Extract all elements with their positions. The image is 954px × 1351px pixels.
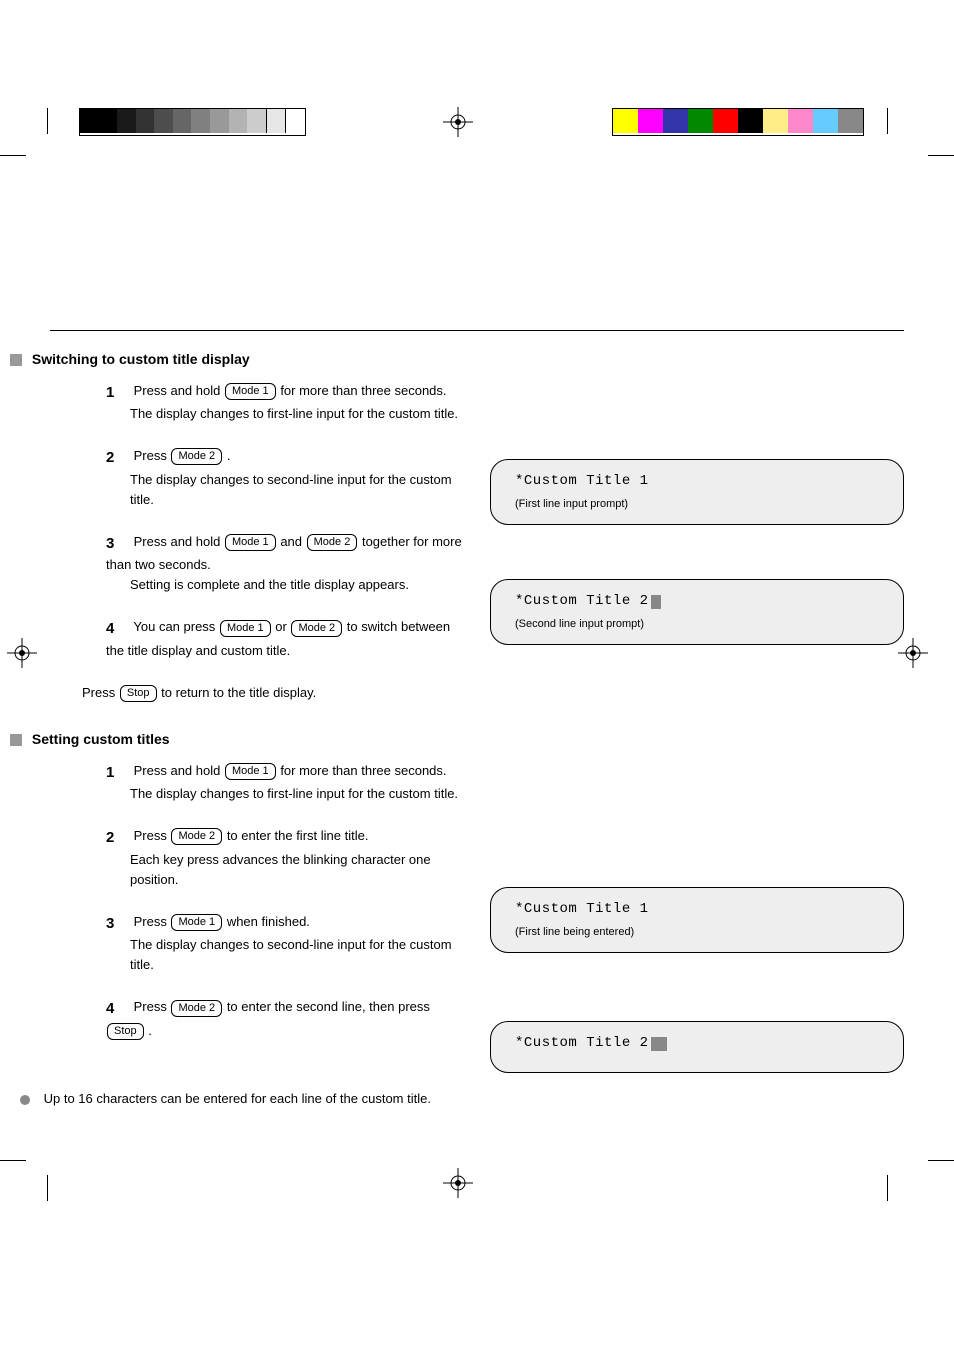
text: The display changes to first-line input … bbox=[106, 784, 470, 804]
color-calibration-bar bbox=[612, 108, 864, 136]
crop-mark bbox=[887, 108, 888, 134]
text: Press bbox=[134, 828, 167, 843]
footnote: Up to 16 characters can be entered for e… bbox=[20, 1089, 904, 1110]
text: Press and hold bbox=[134, 763, 221, 778]
section1-heading: Switching to custom title display bbox=[10, 351, 904, 367]
page: Switching to custom title display 1 Pres… bbox=[0, 0, 954, 1351]
square-bullet-icon bbox=[10, 354, 22, 366]
lcd-text: *Custom Title 2 bbox=[515, 1032, 879, 1054]
register-mark-left bbox=[7, 638, 37, 668]
text: . bbox=[148, 1023, 152, 1038]
crop-mark bbox=[0, 155, 26, 156]
text: Press bbox=[134, 999, 167, 1014]
step-number: 2 bbox=[106, 446, 130, 469]
section2-step1: 1 Press and hold Mode 1 for more than th… bbox=[106, 761, 470, 804]
lcd-text: *Custom Title 2 bbox=[515, 590, 879, 612]
mode2-key: Mode 2 bbox=[171, 1000, 222, 1017]
stop-key: Stop bbox=[107, 1023, 144, 1040]
step-number: 1 bbox=[106, 381, 130, 404]
mode1-key: Mode 1 bbox=[225, 383, 276, 400]
text: to return to the title display. bbox=[161, 685, 316, 700]
mode1-key: Mode 1 bbox=[220, 620, 271, 637]
text: Press bbox=[82, 685, 115, 700]
crop-mark bbox=[928, 155, 954, 156]
text: Press bbox=[134, 914, 167, 929]
crop-mark bbox=[887, 1175, 888, 1201]
text: to enter the second line, then press bbox=[227, 999, 430, 1014]
text: You can press bbox=[133, 619, 215, 634]
crop-mark bbox=[928, 1160, 954, 1161]
section1-step1: 1 Press and hold Mode 1 for more than th… bbox=[106, 381, 470, 424]
section2-step3: 3 Press Mode 1 when finished. The displa… bbox=[106, 912, 470, 976]
text: Press bbox=[134, 448, 167, 463]
section2-step2: 2 Press Mode 2 to enter the first line t… bbox=[106, 826, 470, 890]
lcd-panel-4: *Custom Title 2 bbox=[490, 1021, 904, 1073]
step-number: 2 bbox=[106, 826, 130, 849]
register-mark-top bbox=[443, 107, 473, 137]
step-number: 3 bbox=[106, 532, 130, 555]
section1-step2: 2 Press Mode 2 . The display changes to … bbox=[106, 446, 470, 510]
mode1-key: Mode 1 bbox=[225, 763, 276, 780]
register-mark-bottom bbox=[443, 1168, 473, 1198]
section1-stop-note: Press Stop to return to the title displa… bbox=[82, 683, 470, 703]
section1-title: Switching to custom title display bbox=[32, 351, 250, 367]
dot-bullet-icon bbox=[20, 1095, 30, 1105]
text: or bbox=[275, 619, 287, 634]
lcd-panel-2: *Custom Title 2 (Second line input promp… bbox=[490, 579, 904, 645]
crop-mark bbox=[47, 1175, 48, 1201]
stop-key: Stop bbox=[120, 685, 157, 702]
text: for more than three seconds. bbox=[280, 383, 446, 398]
step-number: 4 bbox=[106, 617, 130, 640]
lcd-text: *Custom Title 1 bbox=[515, 898, 879, 920]
text: The display changes to first-line input … bbox=[106, 404, 470, 424]
section2-title: Setting custom titles bbox=[32, 731, 170, 747]
cursor-icon bbox=[651, 1037, 667, 1051]
text: The display changes to second-line input… bbox=[106, 935, 470, 975]
section1-step3: 3 Press and hold Mode 1 and Mode 2 toget… bbox=[106, 532, 470, 596]
step-number: 1 bbox=[106, 761, 130, 784]
mode2-key: Mode 2 bbox=[171, 828, 222, 845]
crop-mark bbox=[0, 1160, 26, 1161]
lcd-panel-3: *Custom Title 1 (First line being entere… bbox=[490, 887, 904, 953]
lcd-caption: (First line input prompt) bbox=[515, 496, 879, 514]
text: to enter the first line title. bbox=[227, 828, 369, 843]
text: when finished. bbox=[227, 914, 310, 929]
mode2-key: Mode 2 bbox=[171, 448, 222, 465]
text: Each key press advances the blinking cha… bbox=[106, 850, 470, 890]
mode2-key: Mode 2 bbox=[307, 534, 358, 551]
section1-step4: 4 You can press Mode 1 or Mode 2 to swit… bbox=[106, 617, 470, 660]
lcd-caption: (Second line input prompt) bbox=[515, 616, 879, 634]
crop-mark bbox=[47, 108, 48, 134]
text: and bbox=[280, 534, 302, 549]
content-area: Switching to custom title display 1 Pres… bbox=[50, 330, 904, 1110]
text: Press and hold bbox=[134, 534, 221, 549]
square-bullet-icon bbox=[10, 734, 22, 746]
lcd-panel-1: *Custom Title 1 (First line input prompt… bbox=[490, 459, 904, 525]
lcd-text: *Custom Title 1 bbox=[515, 470, 879, 492]
step-number: 3 bbox=[106, 912, 130, 935]
grayscale-calibration-bar bbox=[79, 108, 306, 136]
section2-heading: Setting custom titles bbox=[10, 731, 904, 747]
lcd-caption: (First line being entered) bbox=[515, 924, 879, 942]
text: . bbox=[227, 448, 231, 463]
step-number: 4 bbox=[106, 997, 130, 1020]
mode1-key: Mode 1 bbox=[225, 534, 276, 551]
mode2-key: Mode 2 bbox=[291, 620, 342, 637]
mode1-key: Mode 1 bbox=[171, 914, 222, 931]
note-text: Up to 16 characters can be entered for e… bbox=[44, 1091, 431, 1106]
section2-step4: 4 Press Mode 2 to enter the second line,… bbox=[106, 997, 470, 1040]
cursor-icon bbox=[651, 595, 661, 609]
text: The display changes to second-line input… bbox=[106, 470, 470, 510]
text: Press and hold bbox=[134, 383, 221, 398]
text: Setting is complete and the title displa… bbox=[106, 575, 470, 595]
text: for more than three seconds. bbox=[280, 763, 446, 778]
